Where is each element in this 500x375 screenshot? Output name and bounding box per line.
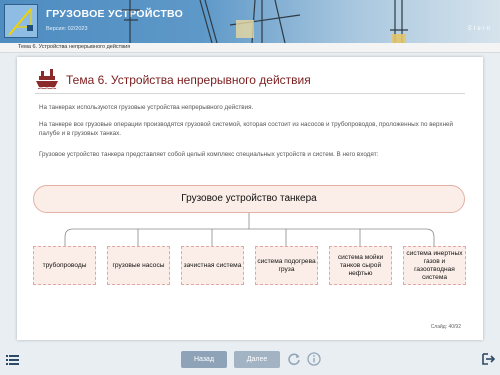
diagram-child-crude-washing: система мойки танков сырой нефтью xyxy=(329,246,392,285)
back-button[interactable]: Назад xyxy=(181,351,227,368)
diagram-child-pipelines: трубопроводы xyxy=(33,246,96,285)
breadcrumb: Тема 6. Устройства непрерывного действия xyxy=(18,44,131,50)
diagram-child-pumps: грузовые насосы xyxy=(107,246,170,285)
next-button[interactable]: Далее xyxy=(234,351,280,368)
slide-counter: Слайд: 40/92 xyxy=(430,324,461,330)
diagram-child-stripping: зачистная система xyxy=(181,246,244,285)
mast-illustration xyxy=(122,0,408,43)
exit-icon[interactable] xyxy=(482,353,495,365)
app-header: ГРУЗОВОЕ УСТРОЙСТВО Версия: 02/2023 Ster… xyxy=(0,0,500,43)
info-icon[interactable] xyxy=(307,352,321,366)
diagram-child-inert-gas: система инертных газов и газоотводная си… xyxy=(403,246,466,285)
diagram-connectors xyxy=(64,213,435,246)
menu-icon[interactable] xyxy=(6,354,19,366)
diagram-child-heating: система подогрева груза xyxy=(255,246,318,285)
breadcrumb-bar: Тема 6. Устройства непрерывного действия xyxy=(0,43,500,53)
reload-icon[interactable] xyxy=(287,352,301,366)
brand-text: Stern xyxy=(467,26,492,32)
slide-card: Тема 6. Устройства непрерывного действия… xyxy=(17,57,483,340)
